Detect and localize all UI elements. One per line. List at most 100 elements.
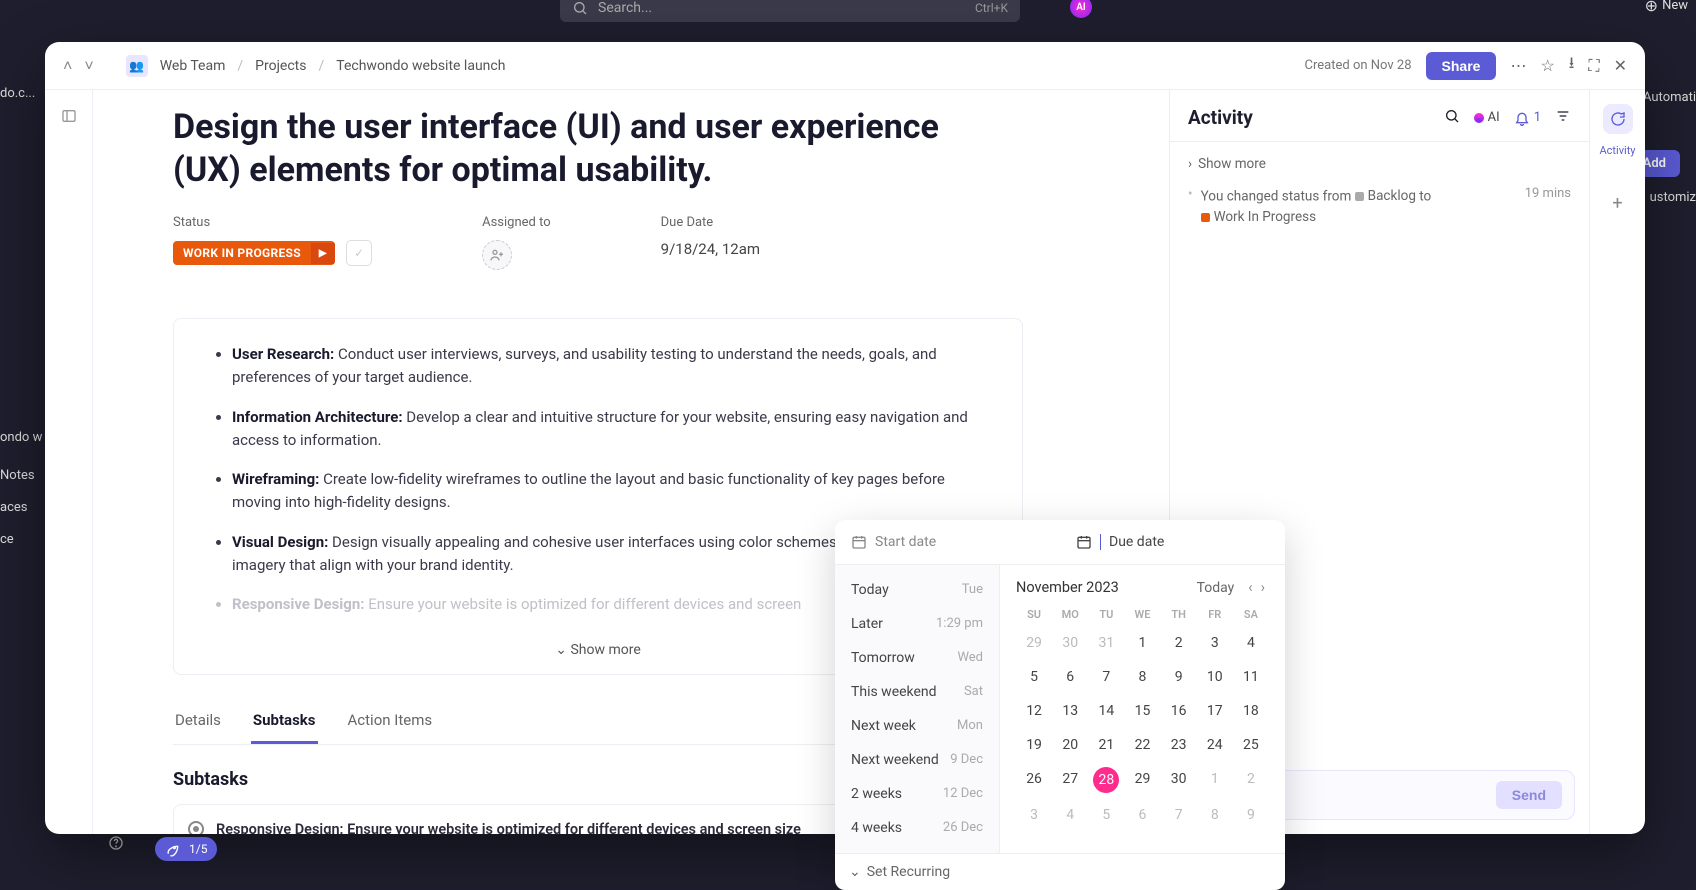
- share-button[interactable]: Share: [1426, 52, 1497, 80]
- calendar-day[interactable]: 8: [1197, 803, 1233, 827]
- dow-label: TU: [1088, 608, 1124, 621]
- status-icon[interactable]: [188, 821, 204, 834]
- tab-details[interactable]: Details: [173, 701, 223, 744]
- calendar-day[interactable]: 1: [1124, 631, 1160, 655]
- prev-task-button[interactable]: ˄: [63, 56, 72, 76]
- calendar-day[interactable]: 2: [1233, 767, 1269, 793]
- ai-chip[interactable]: AI: [1474, 110, 1500, 125]
- quick-date-item[interactable]: Later1:29 pm: [835, 607, 999, 641]
- expand-icon[interactable]: ⛶: [1588, 56, 1599, 76]
- breadcrumb-team[interactable]: Web Team: [160, 58, 226, 74]
- calendar-day[interactable]: 4: [1233, 631, 1269, 655]
- quick-date-item[interactable]: Next weekMon: [835, 709, 999, 743]
- calendar-day[interactable]: 2: [1161, 631, 1197, 655]
- quick-date-item[interactable]: TodayTue: [835, 573, 999, 607]
- desc-item: Wireframing: Create low-fidelity wirefra…: [232, 468, 992, 515]
- next-task-button[interactable]: ˅: [84, 56, 93, 76]
- calendar-day[interactable]: 27: [1052, 767, 1088, 793]
- calendar-day[interactable]: 17: [1197, 699, 1233, 723]
- add-assignee-button[interactable]: [482, 240, 512, 270]
- calendar-day[interactable]: 29: [1016, 631, 1052, 655]
- send-button[interactable]: Send: [1496, 781, 1562, 809]
- more-icon[interactable]: ⋯: [1510, 56, 1526, 75]
- new-button[interactable]: ⊕ New: [1645, 0, 1688, 15]
- status-label: Status: [173, 215, 372, 230]
- help-icon[interactable]: [108, 835, 124, 855]
- calendar-day[interactable]: 7: [1161, 803, 1197, 827]
- calendar-day[interactable]: 8: [1124, 665, 1160, 689]
- due-date-input[interactable]: Due date: [1060, 520, 1285, 564]
- calendar-day[interactable]: 5: [1088, 803, 1124, 827]
- due-date-value[interactable]: 9/18/24, 12am: [661, 240, 760, 258]
- calendar-day[interactable]: 30: [1052, 631, 1088, 655]
- complete-checkbox[interactable]: ✓: [346, 240, 372, 266]
- calendar-day[interactable]: 6: [1052, 665, 1088, 689]
- breadcrumb-projects[interactable]: Projects: [255, 58, 306, 74]
- calendar-day[interactable]: 5: [1016, 665, 1052, 689]
- global-search[interactable]: Search... Ctrl+K: [560, 0, 1020, 22]
- calendar-day[interactable]: 14: [1088, 699, 1124, 723]
- calendar-icon: [1076, 534, 1092, 550]
- quick-date-item[interactable]: TomorrowWed: [835, 641, 999, 675]
- search-icon: [572, 0, 588, 16]
- calendar-day[interactable]: 30: [1161, 767, 1197, 793]
- calendar-day[interactable]: 22: [1124, 733, 1160, 757]
- quick-dates: TodayTueLater1:29 pmTomorrowWedThis week…: [835, 565, 1000, 853]
- add-panel-button[interactable]: +: [1612, 193, 1622, 214]
- calendar-day[interactable]: 13: [1052, 699, 1088, 723]
- calendar-day[interactable]: 4: [1052, 803, 1088, 827]
- calendar-day[interactable]: 6: [1124, 803, 1160, 827]
- onboarding-pill[interactable]: 1/5: [155, 837, 217, 861]
- calendar-day[interactable]: 20: [1052, 733, 1088, 757]
- calendar-day[interactable]: 9: [1161, 665, 1197, 689]
- calendar-day[interactable]: 10: [1197, 665, 1233, 689]
- download-icon[interactable]: ⭳: [1569, 52, 1575, 79]
- tab-action-items[interactable]: Action Items: [346, 701, 435, 744]
- prev-month[interactable]: ‹: [1244, 579, 1256, 596]
- status-pill[interactable]: WORK IN PROGRESS ▶: [173, 241, 335, 265]
- start-date-input[interactable]: Start date: [835, 520, 1060, 564]
- calendar-day[interactable]: 29: [1124, 767, 1160, 793]
- set-recurring[interactable]: ⌄ Set Recurring: [835, 853, 1285, 890]
- calendar-day[interactable]: 24: [1197, 733, 1233, 757]
- calendar-day[interactable]: 7: [1088, 665, 1124, 689]
- calendar-day[interactable]: 21: [1088, 733, 1124, 757]
- today-link[interactable]: Today: [1197, 580, 1235, 596]
- calendar-day[interactable]: 16: [1161, 699, 1197, 723]
- quick-date-item[interactable]: 2 weeks12 Dec: [835, 777, 999, 811]
- tab-subtasks[interactable]: Subtasks: [251, 701, 318, 744]
- calendar-day[interactable]: 15: [1124, 699, 1160, 723]
- calendar-day[interactable]: 9: [1233, 803, 1269, 827]
- calendar-day[interactable]: 3: [1197, 631, 1233, 655]
- activity-search-icon[interactable]: [1444, 108, 1460, 128]
- calendar-day[interactable]: 12: [1016, 699, 1052, 723]
- next-month[interactable]: ›: [1257, 579, 1269, 596]
- calendar-day[interactable]: 1: [1197, 767, 1233, 793]
- ai-button[interactable]: AI: [1070, 0, 1092, 18]
- subtask-title: Responsive Design: Ensure your website i…: [216, 821, 942, 834]
- breadcrumb-task[interactable]: Techwondo website launch: [336, 58, 505, 74]
- calendar-day[interactable]: 19: [1016, 733, 1052, 757]
- close-icon[interactable]: ✕: [1614, 56, 1627, 75]
- activity-rail-button[interactable]: [1603, 104, 1633, 134]
- calendar-day[interactable]: 23: [1161, 733, 1197, 757]
- calendar-day[interactable]: 3: [1016, 803, 1052, 827]
- calendar-day[interactable]: 26: [1016, 767, 1052, 793]
- calendar: November 2023 Today ‹ › SUMOTUWETHFRSA29…: [1000, 565, 1285, 853]
- search-placeholder: Search...: [598, 0, 652, 16]
- filter-icon[interactable]: [1555, 108, 1571, 128]
- calendar-icon: [851, 534, 867, 550]
- calendar-day[interactable]: 18: [1233, 699, 1269, 723]
- calendar-day[interactable]: 31: [1088, 631, 1124, 655]
- quick-date-item[interactable]: This weekendSat: [835, 675, 999, 709]
- sidebar-toggle-icon[interactable]: [61, 108, 77, 128]
- quick-date-item[interactable]: 4 weeks26 Dec: [835, 811, 999, 845]
- calendar-day[interactable]: 25: [1233, 733, 1269, 757]
- activity-show-more[interactable]: › Show more: [1188, 156, 1571, 172]
- calendar-day[interactable]: 11: [1233, 665, 1269, 689]
- star-icon[interactable]: ☆: [1540, 56, 1554, 75]
- quick-date-item[interactable]: Next weekend9 Dec: [835, 743, 999, 777]
- notifications-chip[interactable]: 1: [1514, 110, 1541, 126]
- task-title[interactable]: Design the user interface (UI) and user …: [173, 106, 993, 191]
- calendar-day[interactable]: 28: [1093, 767, 1119, 793]
